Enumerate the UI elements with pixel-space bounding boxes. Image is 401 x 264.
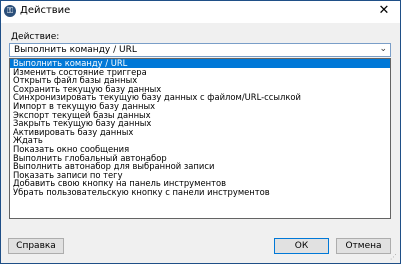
lock-icon: ⚿ [4,5,16,17]
resize-grip-icon[interactable]: ⋰ [390,253,398,261]
action-combobox[interactable]: Выполнить команду / URL ⌄ [9,43,391,57]
action-dropdown-list[interactable]: Выполнить команду / URL Изменить состоян… [9,58,391,219]
chevron-down-icon[interactable]: ⌄ [379,44,387,54]
dropdown-item[interactable]: Убрать пользовательскую кнопку с панели … [10,188,390,197]
dropdown-item[interactable]: Активировать базу данных [10,128,390,137]
title-bar[interactable]: ⚿ Действие ✕ [1,1,400,23]
ok-button[interactable]: ОК [274,238,329,254]
action-label: Действие: [11,32,60,42]
window-title: Действие [20,5,71,16]
cancel-button[interactable]: Отмена [336,238,391,254]
action-combobox-value: Выполнить команду / URL [14,45,137,55]
help-button[interactable]: Справка [8,238,64,254]
dialog-window: ⚿ Действие ✕ Действие: Выполнить команду… [0,0,401,264]
close-icon[interactable]: ✕ [376,3,392,19]
